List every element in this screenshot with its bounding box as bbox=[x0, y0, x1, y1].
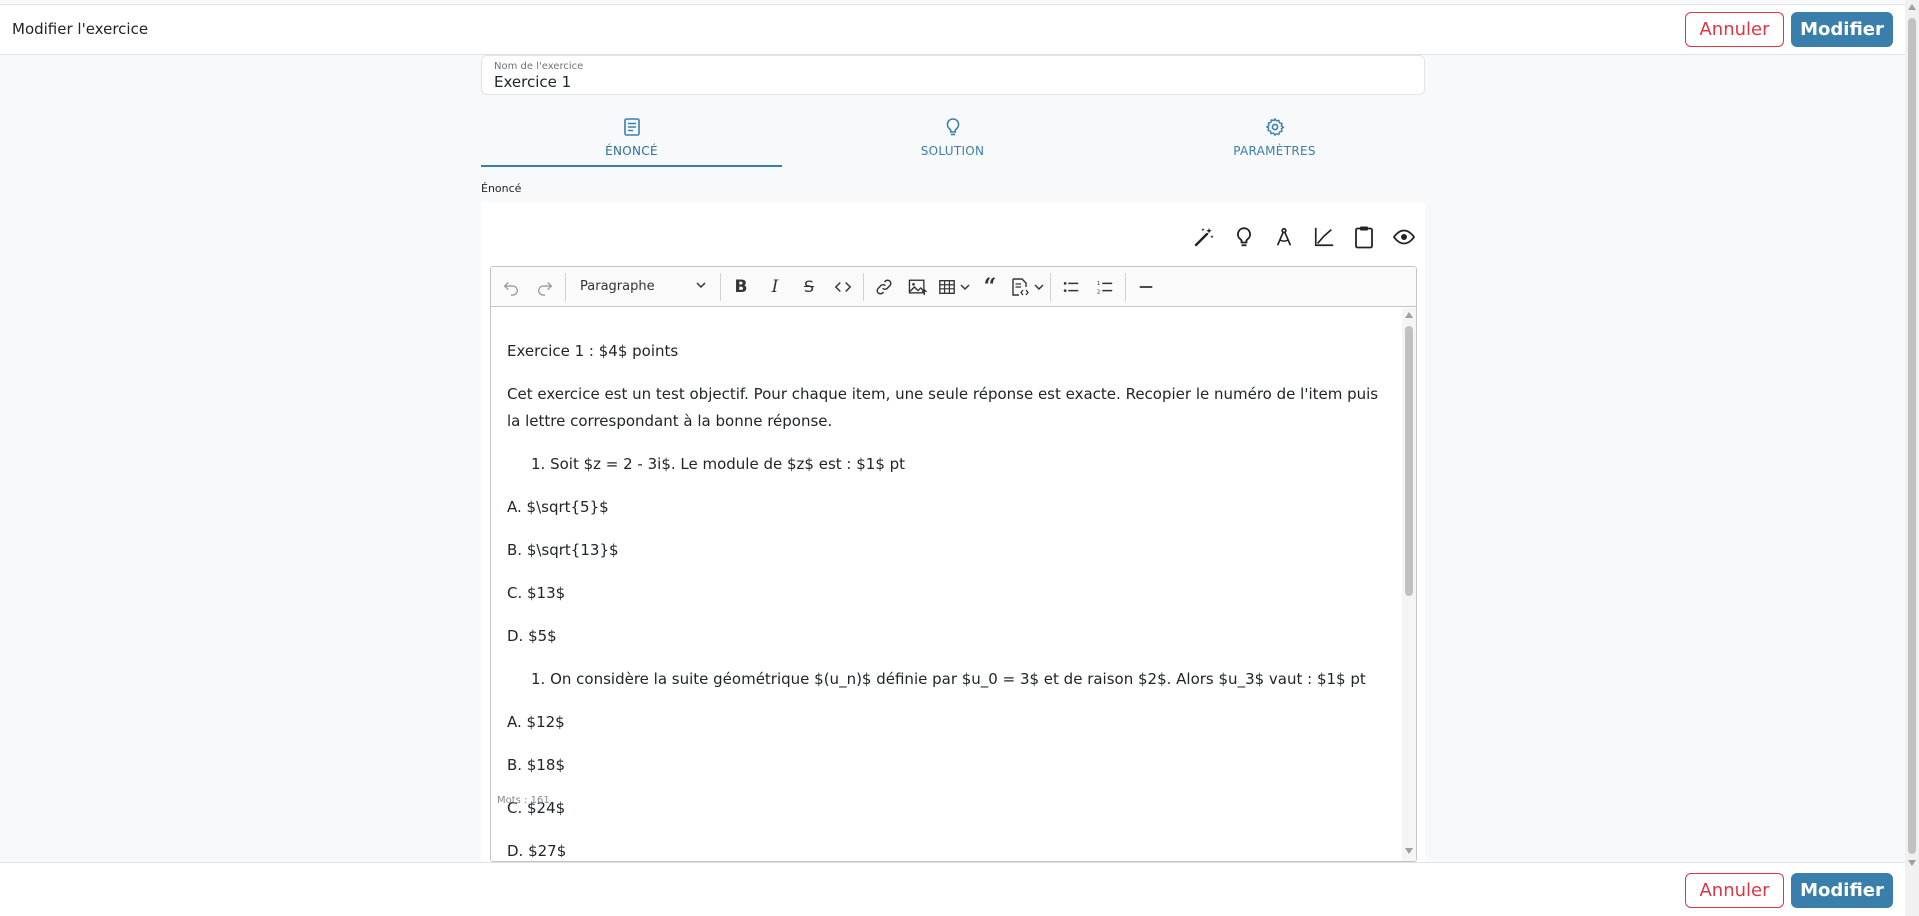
editor-toolbar: Paragraphe B I S “ 1 2 bbox=[491, 267, 1416, 307]
strikethrough-icon[interactable]: S bbox=[795, 273, 823, 301]
tab-parametres-label: PARAMÈTRES bbox=[1233, 144, 1316, 158]
scroll-up-arrow[interactable] bbox=[1405, 312, 1413, 318]
bold-icon[interactable]: B bbox=[727, 273, 755, 301]
footer-cancel-button[interactable]: Annuler bbox=[1685, 873, 1784, 908]
svg-text:1: 1 bbox=[1097, 281, 1100, 287]
horizontal-line-icon[interactable] bbox=[1132, 273, 1160, 301]
scroll-thumb[interactable] bbox=[1405, 326, 1413, 596]
editor-side-tools bbox=[1191, 224, 1417, 250]
lightbulb-icon[interactable] bbox=[1231, 224, 1257, 250]
section-label: Énoncé bbox=[481, 182, 522, 195]
compass-icon[interactable] bbox=[1271, 224, 1297, 250]
heading-dropdown[interactable]: Paragraphe bbox=[572, 273, 714, 301]
question-item: 1. On considère la suite géométrique $(u… bbox=[531, 670, 1366, 688]
tab-parametres[interactable]: PARAMÈTRES bbox=[1124, 105, 1425, 167]
table-icon[interactable] bbox=[938, 273, 970, 301]
tab-solution-label: SOLUTION bbox=[920, 144, 985, 158]
answer-option: D. $27$ bbox=[507, 842, 567, 857]
undo-icon[interactable] bbox=[497, 273, 525, 301]
document-icon bbox=[622, 116, 642, 138]
tab-solution[interactable]: SOLUTION bbox=[802, 105, 1103, 167]
tab-enonce-label: ÉNONCÉ bbox=[605, 144, 658, 158]
exercise-name-input[interactable] bbox=[494, 73, 1394, 91]
chevron-down-icon bbox=[696, 279, 706, 294]
question-item: 1. Soit $z = 2 - 3i$. Le module de $z$ e… bbox=[531, 455, 906, 473]
toolbar-separator bbox=[565, 272, 566, 301]
tab-enonce[interactable]: ÉNONCÉ bbox=[481, 105, 782, 167]
scroll-down-arrow[interactable] bbox=[1405, 848, 1413, 854]
answer-option: D. $5$ bbox=[507, 627, 557, 645]
footer-modify-button[interactable]: Modifier bbox=[1791, 873, 1893, 908]
toolbar-separator bbox=[1050, 272, 1051, 301]
exercise-name-field[interactable]: Nom de l'exercice bbox=[481, 55, 1425, 95]
exercise-tabs: ÉNONCÉ SOLUTION PARAMÈTRES bbox=[481, 105, 1425, 167]
toolbar-separator bbox=[720, 272, 721, 301]
scroll-thumb[interactable] bbox=[1908, 18, 1916, 854]
top-bar: Modifier l'exercice Annuler Modifier bbox=[0, 4, 1905, 55]
toolbar-separator bbox=[863, 272, 864, 301]
page-scrollbar[interactable] bbox=[1905, 0, 1919, 916]
chevron-down-icon bbox=[960, 277, 970, 296]
italic-icon[interactable]: I bbox=[761, 273, 789, 301]
blockquote-icon[interactable]: “ bbox=[976, 273, 1004, 301]
page-title: Modifier l'exercice bbox=[12, 20, 149, 38]
toolbar-separator bbox=[1125, 272, 1126, 301]
exercise-name-label: Nom de l'exercice bbox=[494, 61, 584, 72]
link-icon[interactable] bbox=[870, 273, 898, 301]
bulleted-list-icon[interactable] bbox=[1057, 273, 1085, 301]
source-editing-icon[interactable] bbox=[1010, 273, 1044, 301]
scroll-down-arrow[interactable] bbox=[1908, 860, 1916, 866]
exercise-heading: Exercice 1 : $4$ points bbox=[507, 342, 679, 360]
eye-icon[interactable] bbox=[1391, 224, 1417, 250]
gear-icon bbox=[1265, 116, 1285, 138]
answer-option: C. $24$ bbox=[507, 799, 566, 817]
image-upload-icon[interactable] bbox=[904, 273, 932, 301]
word-count: Mots : 161 bbox=[497, 795, 550, 806]
numbered-list-icon[interactable]: 12 bbox=[1091, 273, 1119, 301]
answer-option: C. $13$ bbox=[507, 584, 566, 602]
answer-option: B. $18$ bbox=[507, 756, 566, 774]
magic-wand-icon[interactable] bbox=[1191, 224, 1217, 250]
exercise-instructions: Cet exercice est un test objectif. Pour … bbox=[507, 385, 1379, 430]
editor-card: Paragraphe B I S “ 1 2 Exercice 1: $4$ … bbox=[481, 202, 1425, 862]
rich-text-editor: Paragraphe B I S “ 1 2 Exercice 1: $4$ … bbox=[490, 266, 1417, 862]
cancel-button[interactable]: Annuler bbox=[1685, 12, 1784, 47]
scroll-up-arrow[interactable] bbox=[1908, 4, 1916, 10]
editor-scrollbar[interactable] bbox=[1402, 308, 1416, 861]
heading-dropdown-value: Paragraphe bbox=[580, 279, 655, 294]
lightbulb-icon bbox=[943, 116, 963, 138]
modify-button[interactable]: Modifier bbox=[1791, 12, 1893, 47]
answer-option: A. $12$ bbox=[507, 713, 565, 731]
redo-icon[interactable] bbox=[531, 273, 559, 301]
footer-bar: Annuler Modifier bbox=[0, 862, 1905, 916]
graph-icon[interactable] bbox=[1311, 224, 1337, 250]
clipboard-icon[interactable] bbox=[1351, 224, 1377, 250]
chevron-down-icon bbox=[1034, 277, 1044, 296]
code-icon[interactable] bbox=[829, 273, 857, 301]
answer-option: B. $\sqrt{13}$ bbox=[507, 541, 619, 559]
svg-text:2: 2 bbox=[1097, 289, 1100, 295]
editor-content[interactable]: Exercice 1 : $4$ points Cet exercice est… bbox=[491, 308, 1404, 857]
answer-option: A. $\sqrt{5}$ bbox=[507, 498, 609, 516]
